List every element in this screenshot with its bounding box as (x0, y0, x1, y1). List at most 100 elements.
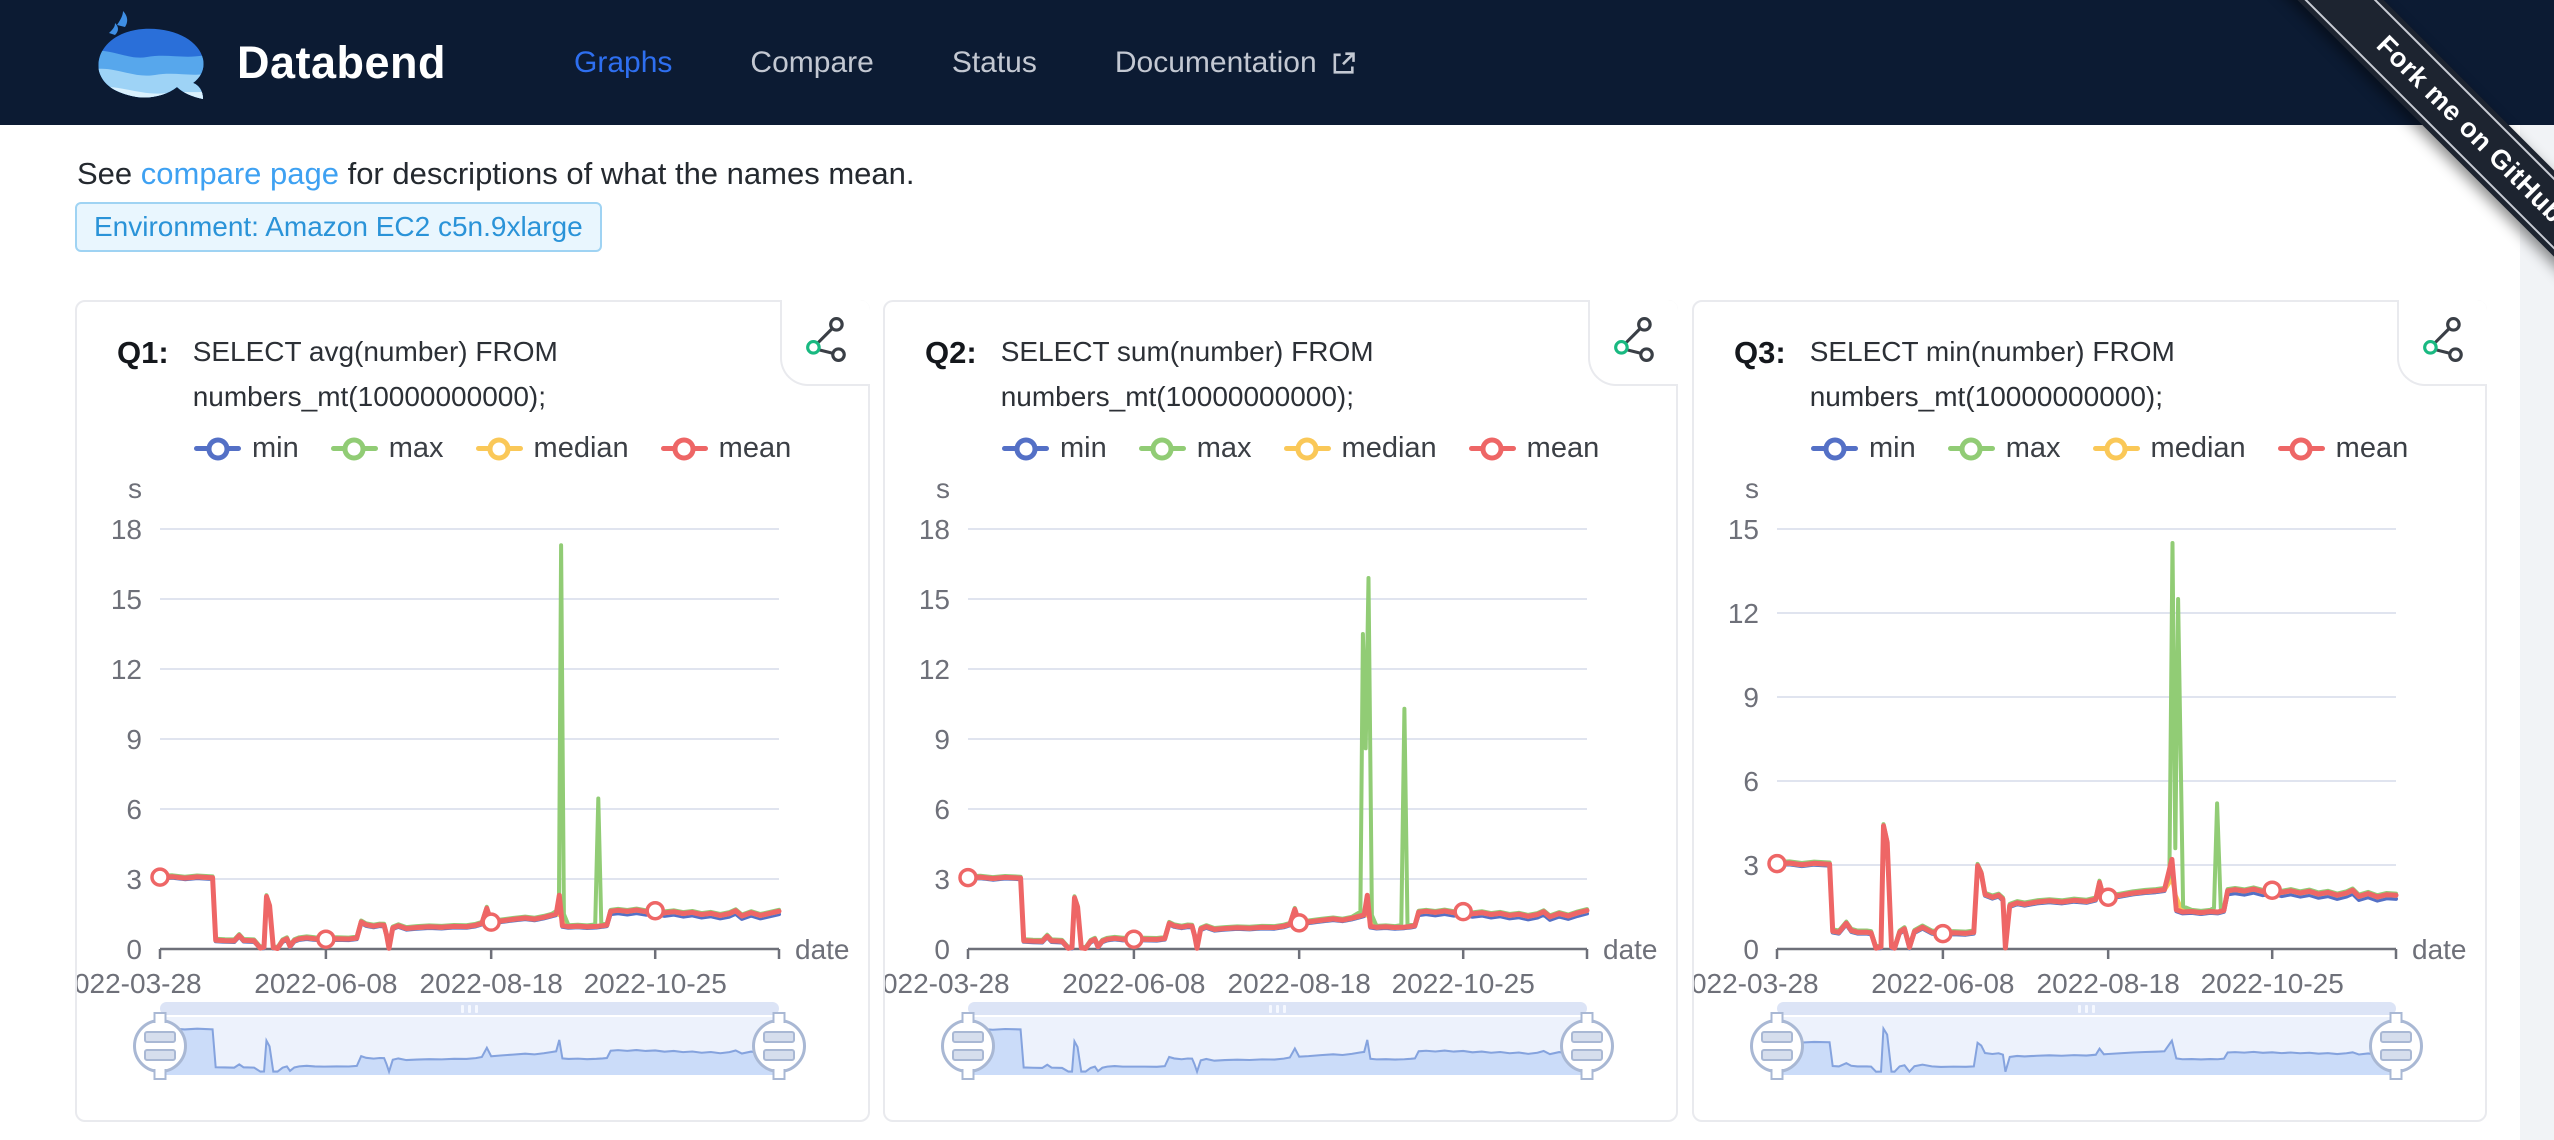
datazoom-minimap (968, 1017, 1587, 1075)
query-card-q2: Q2: SELECT sum(number) FROM numbers_mt(1… (883, 300, 1678, 1122)
query-header: Q3: SELECT min(number) FROM numbers_mt(1… (1734, 330, 2210, 420)
environment-badge: Environment: Amazon EC2 c5n.9xlarge (75, 202, 602, 252)
datazoom-move-handle[interactable] (160, 1002, 779, 1015)
brand-name: Databend (237, 37, 446, 89)
chart-legend: min max median mean (1002, 432, 1599, 465)
legend-marker-min (1811, 446, 1858, 451)
datazoom-handle-left[interactable] (133, 1019, 187, 1073)
query-card-q3: Q3: SELECT min(number) FROM numbers_mt(1… (1692, 300, 2487, 1122)
svg-text:0: 0 (126, 934, 142, 965)
query-id: Q2: (925, 330, 977, 420)
share-icon (804, 316, 850, 362)
legend-item-max[interactable]: max (1139, 432, 1252, 465)
query-header: Q2: SELECT sum(number) FROM numbers_mt(1… (925, 330, 1401, 420)
svg-text:2022-10-25: 2022-10-25 (2201, 968, 2344, 999)
chart-legend: min max median mean (194, 432, 791, 465)
share-corner-tab (1588, 300, 1678, 386)
query-header: Q1: SELECT avg(number) FROM numbers_mt(1… (117, 330, 593, 420)
compare-page-link[interactable]: compare page (141, 156, 339, 191)
github-ribbon-wrap: Fork me on GitHub (2182, 0, 2554, 372)
svg-text:2022-06-08: 2022-06-08 (254, 968, 397, 999)
datazoom-handle-right[interactable] (752, 1019, 806, 1073)
legend-item-median[interactable]: median (476, 432, 629, 465)
intro-text: See compare page for descriptions of wha… (77, 156, 914, 192)
legend-item-mean[interactable]: mean (2278, 432, 2409, 465)
svg-text:s: s (128, 473, 142, 504)
main-nav: Graphs Compare Status Documentation (574, 46, 1357, 80)
nav-item-status[interactable]: Status (952, 46, 1037, 80)
svg-text:6: 6 (1743, 766, 1759, 797)
share-button[interactable] (804, 316, 850, 365)
svg-text:9: 9 (1743, 682, 1759, 713)
legend-item-mean[interactable]: mean (1469, 432, 1600, 465)
svg-text:6: 6 (934, 794, 950, 825)
svg-text:6: 6 (126, 794, 142, 825)
legend-item-min[interactable]: min (1811, 432, 1916, 465)
legend-marker-min (194, 446, 241, 451)
nav-item-graphs[interactable]: Graphs (574, 46, 672, 80)
legend-marker-mean (661, 446, 708, 451)
legend-item-median[interactable]: median (2093, 432, 2246, 465)
nav-item-documentation-label: Documentation (1115, 46, 1317, 80)
query-text: SELECT sum(number) FROM numbers_mt(10000… (1001, 330, 1401, 420)
datazoom-minimap (160, 1017, 779, 1075)
datazoom-handle-right[interactable] (2369, 1019, 2423, 1073)
legend-item-max[interactable]: max (331, 432, 444, 465)
svg-text:9: 9 (934, 724, 950, 755)
svg-text:2022-03-28: 2022-03-28 (885, 968, 1010, 999)
svg-text:3: 3 (934, 864, 950, 895)
share-corner-tab (780, 300, 870, 386)
svg-text:2022-08-18: 2022-08-18 (2037, 968, 2180, 999)
svg-text:12: 12 (1728, 598, 1759, 629)
datazoom-window[interactable] (160, 1017, 779, 1075)
intro-suffix: for descriptions of what the names mean. (339, 156, 915, 191)
query-id: Q1: (117, 330, 169, 420)
intro-prefix: See (77, 156, 141, 191)
legend-item-mean[interactable]: mean (661, 432, 792, 465)
legend-marker-median (2093, 446, 2140, 451)
svg-text:2022-06-08: 2022-06-08 (1871, 968, 2014, 999)
legend-item-median[interactable]: median (1284, 432, 1437, 465)
svg-text:15: 15 (1728, 514, 1759, 545)
svg-text:9: 9 (126, 724, 142, 755)
github-ribbon-label: Fork me on GitHub (2240, 0, 2554, 360)
datazoom-slider (1777, 1002, 2396, 1078)
datazoom-slider (968, 1002, 1587, 1078)
svg-text:2022-06-08: 2022-06-08 (1062, 968, 1205, 999)
svg-text:3: 3 (1743, 850, 1759, 881)
query-card-q1: Q1: SELECT avg(number) FROM numbers_mt(1… (75, 300, 870, 1122)
svg-text:2022-10-25: 2022-10-25 (584, 968, 727, 999)
databend-logo[interactable]: Databend (85, 11, 446, 115)
external-link-icon (1329, 49, 1357, 77)
legend-item-min[interactable]: min (1002, 432, 1107, 465)
datazoom-window[interactable] (968, 1017, 1587, 1075)
datazoom-move-handle[interactable] (968, 1002, 1587, 1015)
legend-marker-median (1284, 446, 1331, 451)
legend-marker-max (1948, 446, 1995, 451)
line-chart-q2[interactable]: 0369121518s2022-03-282022-06-082022-08-1… (885, 472, 1680, 1002)
datazoom-window[interactable] (1777, 1017, 2396, 1075)
datazoom-move-handle[interactable] (1777, 1002, 2396, 1015)
svg-text:2022-08-18: 2022-08-18 (1228, 968, 1371, 999)
legend-item-min[interactable]: min (194, 432, 299, 465)
legend-marker-mean (2278, 446, 2325, 451)
chart-legend: min max median mean (1811, 432, 2408, 465)
github-ribbon[interactable]: Fork me on GitHub (2236, 0, 2554, 363)
svg-text:2022-08-18: 2022-08-18 (420, 968, 563, 999)
datazoom-handle-left[interactable] (941, 1019, 995, 1073)
nav-item-compare[interactable]: Compare (750, 46, 873, 80)
legend-marker-max (331, 446, 378, 451)
svg-text:2022-10-25: 2022-10-25 (1392, 968, 1535, 999)
top-navbar: Databend Graphs Compare Status Documenta… (0, 0, 2554, 125)
nav-item-documentation[interactable]: Documentation (1115, 46, 1357, 80)
legend-marker-median (476, 446, 523, 451)
legend-item-max[interactable]: max (1948, 432, 2061, 465)
line-chart-q3[interactable]: 03691215s2022-03-282022-06-082022-08-182… (1694, 472, 2489, 1002)
line-chart-q1[interactable]: 0369121518s2022-03-282022-06-082022-08-1… (77, 472, 872, 1002)
datazoom-handle-right[interactable] (1560, 1019, 1614, 1073)
legend-marker-mean (1469, 446, 1516, 451)
datazoom-handle-left[interactable] (1750, 1019, 1804, 1073)
legend-marker-max (1139, 446, 1186, 451)
datazoom-slider (160, 1002, 779, 1078)
share-button[interactable] (1612, 316, 1658, 365)
